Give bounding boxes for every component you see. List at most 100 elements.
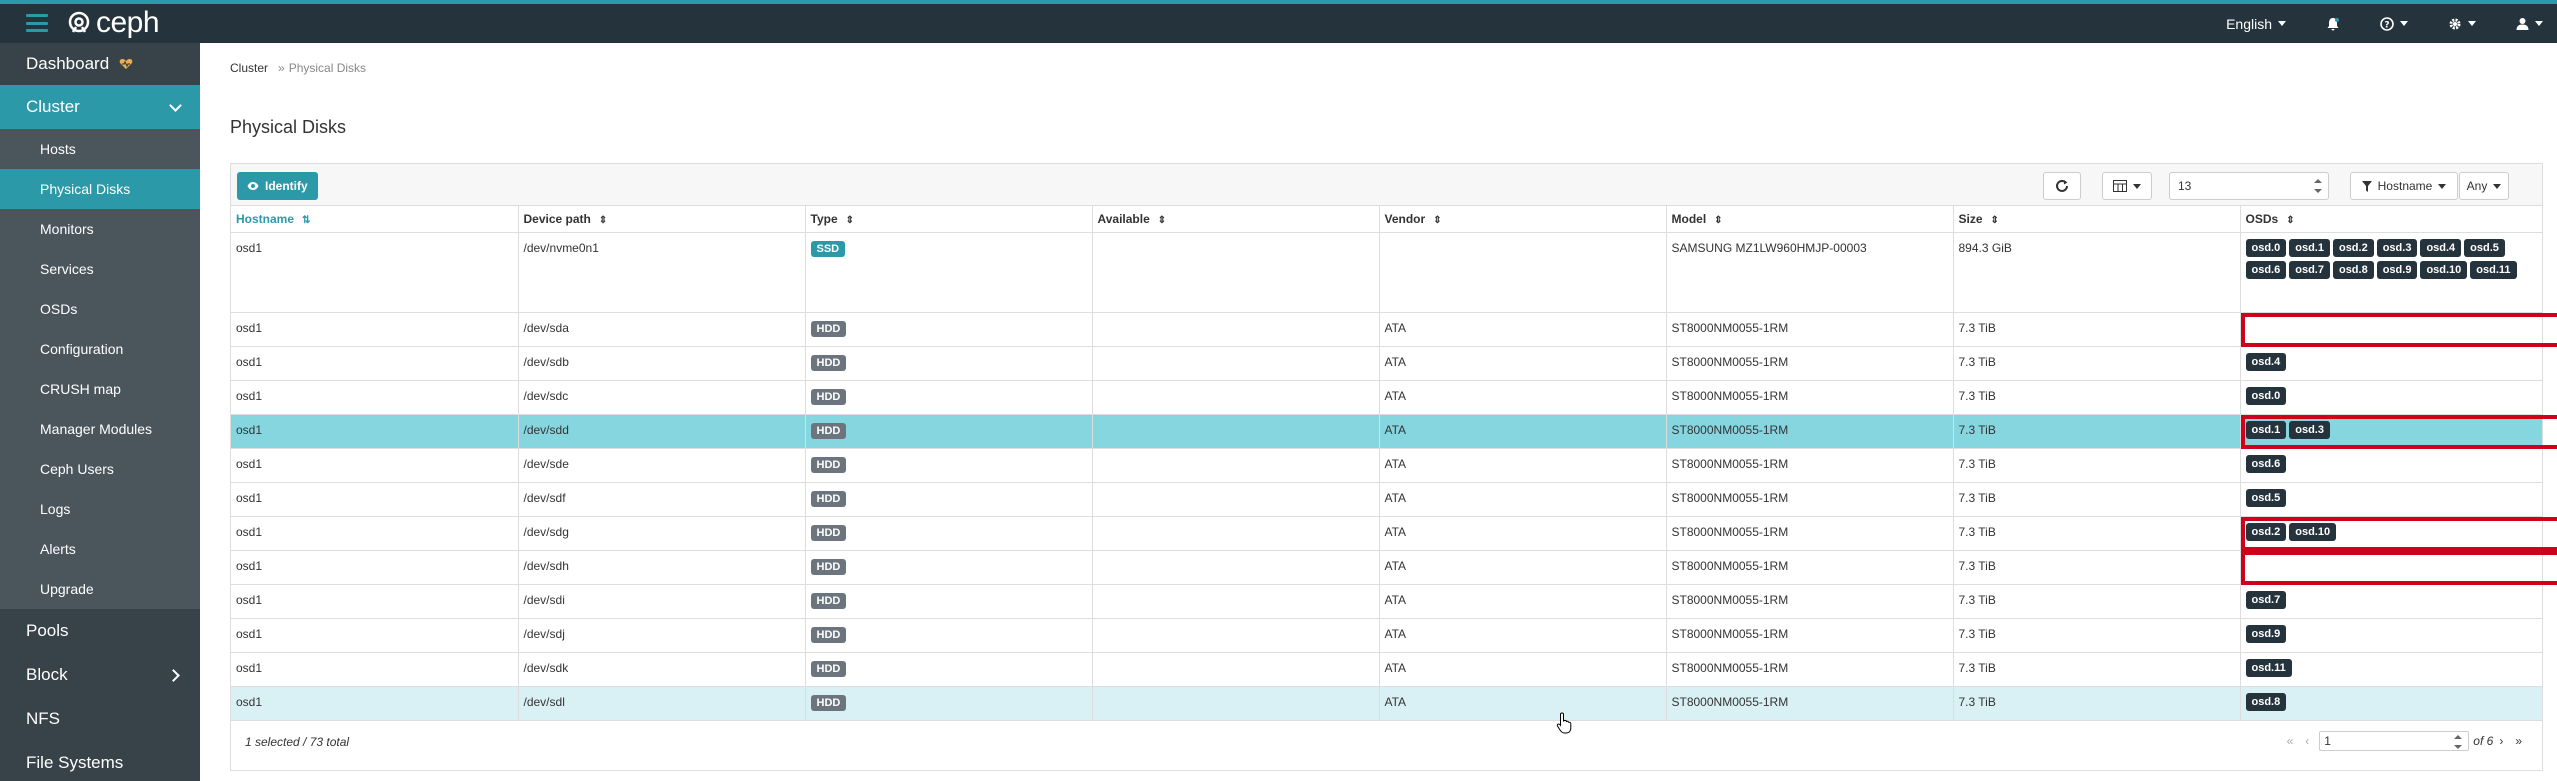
osd-badge[interactable]: osd.10 <box>2289 522 2337 541</box>
table-row[interactable]: osd1/dev/sdc HDD ATA ST8000NM0055-1RM 7.3 Ti… <box>231 380 2543 415</box>
sidebar-item-block[interactable]: Block <box>0 653 200 697</box>
table-header-row: Hostname ⇅ Device path ⇕ Type ⇕ Available ⇕ … <box>231 206 2543 233</box>
sidebar-item-dashboard[interactable]: Dashboard <box>0 43 200 85</box>
table-row[interactable]: osd1/dev/sdb HDD ATA ST8000NM0055-1RM 7.3 Ti… <box>231 346 2543 381</box>
sidebar-item-services[interactable]: Services <box>0 249 200 289</box>
breadcrumb-cluster[interactable]: Cluster <box>230 61 268 75</box>
osd-badge[interactable]: osd.8 <box>2245 692 2287 711</box>
osd-badge[interactable]: osd.9 <box>2245 624 2287 643</box>
cell-osds: osd.7 <box>2240 584 2543 619</box>
column-header-available[interactable]: Available ⇕ <box>1092 206 1380 233</box>
table-row[interactable]: osd1/dev/sdj HDD ATA ST8000NM0055-1RM 7.3 Ti… <box>231 618 2543 653</box>
refresh-button[interactable] <box>2043 172 2081 200</box>
sidebar-item-logs[interactable]: Logs <box>0 489 200 529</box>
osd-badge[interactable]: osd.0 <box>2245 386 2287 405</box>
table-row[interactable]: osd1/dev/nvme0n1 SSD SAMSUNG MZ1LW960HMJP-… <box>231 232 2543 313</box>
osd-badge[interactable]: osd.5 <box>2464 238 2505 257</box>
osd-badge[interactable]: osd.11 <box>2470 260 2517 279</box>
table-row[interactable]: osd1/dev/sda HDD ATA ST8000NM0055-1RM 7.3 Ti… <box>231 312 2557 347</box>
sidebar-item-nfs[interactable]: NFS <box>0 697 200 741</box>
last-page-icon[interactable]: » <box>2515 734 2522 748</box>
osd-badge[interactable]: osd.2 <box>2332 238 2374 257</box>
sidebar-item-label: Logs <box>40 501 71 517</box>
sidebar-item-upgrade[interactable]: Upgrade <box>0 569 200 609</box>
first-page-icon[interactable]: « <box>2287 734 2294 748</box>
osd-badge[interactable]: osd.3 <box>2376 238 2418 257</box>
osd-badge[interactable]: osd.6 <box>2245 260 2287 279</box>
column-header-hostname[interactable]: Hostname ⇅ <box>231 206 519 233</box>
menu-toggle-icon[interactable] <box>26 14 48 32</box>
cell-available <box>1092 584 1380 619</box>
page-number-input[interactable]: 1 <box>2319 730 2470 751</box>
sidebar-item-osds[interactable]: OSDs <box>0 289 200 329</box>
cell-model: ST8000NM0055-1RM <box>1666 482 1954 517</box>
sidebar-item-label: Hosts <box>40 141 76 157</box>
sidebar-item-hosts[interactable]: Hosts <box>0 129 200 169</box>
table-row[interactable]: osd1/dev/sdh HDD ATA ST8000NM0055-1RM 7.3 Ti… <box>231 550 2557 585</box>
user-menu[interactable] <box>2496 4 2557 43</box>
osd-badge[interactable]: osd.1 <box>2245 420 2287 439</box>
table-row[interactable]: osd1/dev/sde HDD ATA ST8000NM0055-1RM 7.3 Ti… <box>231 448 2543 483</box>
osd-badge[interactable]: osd.11 <box>2245 658 2292 677</box>
table-row[interactable]: osd1/dev/sdd HDD ATA ST8000NM0055-1RM 7.3 Ti… <box>231 414 2557 449</box>
column-toggle-button[interactable] <box>2102 172 2152 200</box>
osd-badge[interactable]: osd.7 <box>2289 260 2330 279</box>
osd-badge[interactable]: osd.5 <box>2245 488 2287 507</box>
sidebar-item-ceph-users[interactable]: Ceph Users <box>0 449 200 489</box>
table-row[interactable]: osd1/dev/sdl HDD ATA ST8000NM0055-1RM 7.3 Ti… <box>231 686 2543 721</box>
page-limit-input[interactable]: 13 <box>2169 172 2329 200</box>
help-menu[interactable]: ? <box>2360 4 2428 43</box>
cell-osds: osd.0 osd.1 osd.2 osd.3 osd.4 osd.5 osd.6 osd.7… <box>2240 232 2543 313</box>
table-row[interactable]: osd1/dev/sdg HDD ATA ST8000NM0055-1RM 7.3 Ti… <box>231 516 2557 551</box>
stepper-icon[interactable] <box>2314 179 2324 193</box>
ceph-logo[interactable]: ceph <box>66 6 160 39</box>
notifications-button[interactable] <box>2306 4 2360 43</box>
osd-badge[interactable]: osd.6 <box>2245 454 2287 473</box>
filter-column-dropdown[interactable]: Hostname <box>2350 172 2458 200</box>
osd-badge[interactable]: osd.7 <box>2245 590 2287 609</box>
table-row[interactable]: osd1/dev/sdf HDD ATA ST8000NM0055-1RM 7.3 Ti… <box>231 482 2543 517</box>
osd-badge[interactable]: osd.10 <box>2420 260 2468 279</box>
stepper-icon[interactable] <box>2454 734 2464 749</box>
filter-value-dropdown[interactable]: Any <box>2459 172 2509 200</box>
table-row[interactable]: osd1/dev/sdk HDD ATA ST8000NM0055-1RM 7.3 Ti… <box>231 652 2543 687</box>
osd-badge[interactable]: osd.0 <box>2245 238 2287 257</box>
identify-button[interactable]: Identify <box>237 172 318 200</box>
sidebar-item-physical-disks[interactable]: Physical Disks <box>0 169 200 209</box>
sidebar-item-alerts[interactable]: Alerts <box>0 529 200 569</box>
cell-model: ST8000NM0055-1RM <box>1666 380 1954 415</box>
osd-badge[interactable]: osd.4 <box>2245 352 2287 371</box>
sidebar-item-label: OSDs <box>40 301 78 317</box>
chevron-down-icon <box>2535 21 2543 26</box>
sort-icon: ⇕ <box>1990 214 1999 226</box>
osd-badge[interactable]: osd.9 <box>2376 260 2418 279</box>
language-selector[interactable]: English <box>2206 4 2306 43</box>
osd-badge[interactable]: osd.2 <box>2245 522 2287 541</box>
settings-menu[interactable] <box>2428 4 2496 43</box>
column-header-device-path[interactable]: Device path ⇕ <box>518 206 806 233</box>
sidebar-item-label: Cluster <box>26 97 80 116</box>
column-header-type[interactable]: Type ⇕ <box>805 206 1093 233</box>
sidebar-item-file-systems[interactable]: File Systems <box>0 741 200 781</box>
sidebar-item-monitors[interactable]: Monitors <box>0 209 200 249</box>
sidebar-item-configuration[interactable]: Configuration <box>0 329 200 369</box>
type-badge: HDD <box>810 320 847 337</box>
osd-badge[interactable]: osd.1 <box>2289 238 2330 257</box>
table-row[interactable]: osd1/dev/sdi HDD ATA ST8000NM0055-1RM 7.3 Ti… <box>231 584 2543 619</box>
column-header-model[interactable]: Model ⇕ <box>1666 206 1954 233</box>
prev-page-icon[interactable]: ‹ <box>2305 734 2309 748</box>
cell-hostname: osd1 <box>231 414 519 449</box>
sidebar-item-pools[interactable]: Pools <box>0 609 200 653</box>
osd-badge[interactable]: osd.4 <box>2420 238 2462 257</box>
sidebar-item-manager-modules[interactable]: Manager Modules <box>0 409 200 449</box>
column-header-vendor[interactable]: Vendor ⇕ <box>1379 206 1667 233</box>
next-page-icon[interactable]: › <box>2499 734 2503 748</box>
column-header-osds[interactable]: OSDs ⇕ <box>2240 206 2543 233</box>
osd-badge[interactable]: osd.3 <box>2289 420 2330 439</box>
sidebar-item-crush-map[interactable]: CRUSH map <box>0 369 200 409</box>
cell-vendor: ATA <box>1379 550 1667 585</box>
cell-hostname: osd1 <box>231 516 519 551</box>
column-header-size[interactable]: Size ⇕ <box>1953 206 2241 233</box>
osd-badge[interactable]: osd.8 <box>2332 260 2374 279</box>
sidebar-item-cluster[interactable]: Cluster <box>0 85 200 129</box>
